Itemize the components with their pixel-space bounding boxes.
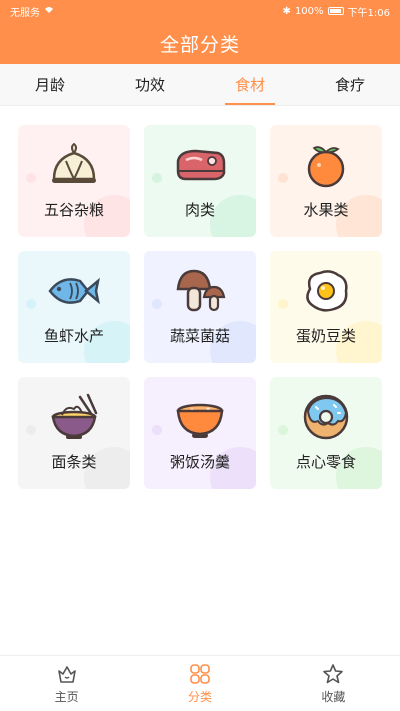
category-grid: 五谷杂粮 肉类 水果类 鱼虾水产 蔬菜菌菇 蛋奶豆类 面条类 粥饭汤羹 点心零食	[18, 125, 382, 489]
battery-percent: 100%	[294, 5, 324, 17]
nav-label: 主页	[54, 689, 79, 704]
noodle-bowl-icon	[48, 393, 100, 441]
category-tabs: 月龄 功效 食材 食疗	[0, 64, 400, 106]
tab-effect[interactable]: 功效	[100, 64, 200, 105]
battery-icon	[327, 7, 344, 15]
tab-label: 食材	[234, 76, 265, 94]
category-label: 水果类	[303, 201, 349, 219]
tab-label: 功效	[134, 76, 165, 94]
bottom-navigation: 主页 分类 收藏	[0, 655, 400, 711]
tab-therapy[interactable]: 食疗	[300, 64, 400, 105]
category-card-snacks[interactable]: 点心零食	[270, 377, 382, 489]
category-card-noodles[interactable]: 面条类	[18, 377, 130, 489]
tab-age[interactable]: 月龄	[0, 64, 100, 105]
nav-label: 收藏	[321, 689, 346, 704]
tab-label: 月龄	[34, 76, 65, 94]
nav-label: 分类	[187, 689, 212, 704]
star-icon	[323, 663, 344, 683]
donut-icon	[300, 393, 352, 441]
tab-ingredients[interactable]: 食材	[200, 64, 300, 105]
category-label: 面条类	[51, 453, 97, 471]
category-card-fruit[interactable]: 水果类	[270, 125, 382, 237]
nav-category[interactable]: 分类	[133, 656, 266, 711]
category-label: 蛋奶豆类	[295, 327, 356, 345]
category-label: 点心零食	[295, 453, 356, 471]
category-label: 鱼虾水产	[43, 327, 104, 345]
category-card-vegetables[interactable]: 蔬菜菌菇	[144, 251, 256, 363]
soup-bowl-icon	[174, 393, 226, 441]
app-header: 全部分类	[0, 22, 400, 64]
nav-favorites[interactable]: 收藏	[267, 656, 400, 711]
fish-icon	[48, 267, 100, 315]
egg-icon	[300, 267, 352, 315]
category-label: 蔬菜菌菇	[169, 327, 230, 345]
tab-label: 食疗	[334, 76, 365, 94]
category-card-seafood[interactable]: 鱼虾水产	[18, 251, 130, 363]
steamed-bun-icon	[48, 141, 100, 189]
category-card-eggs-dairy[interactable]: 蛋奶豆类	[270, 251, 382, 363]
category-card-porridge-soup[interactable]: 粥饭汤羹	[144, 377, 256, 489]
category-label: 肉类	[184, 201, 215, 219]
nav-home[interactable]: 主页	[0, 656, 133, 711]
status-bar: 无服务 ✱ 100% 下午1:06	[0, 0, 400, 22]
category-label: 五谷杂粮	[43, 201, 104, 219]
category-card-grains[interactable]: 五谷杂粮	[18, 125, 130, 237]
clock-time: 下午1:06	[347, 7, 390, 19]
grid-category-icon	[190, 663, 210, 684]
carrier-text: 无服务	[10, 7, 40, 19]
category-card-meat[interactable]: 肉类	[144, 125, 256, 237]
mushroom-icon	[174, 267, 226, 315]
bluetooth-icon: ✱	[282, 5, 291, 17]
wifi-icon	[44, 6, 54, 17]
page-title: 全部分类	[159, 33, 240, 56]
meat-icon	[174, 141, 226, 189]
orange-icon	[300, 141, 352, 189]
category-label: 粥饭汤羹	[169, 453, 230, 471]
home-crown-icon	[57, 665, 76, 683]
